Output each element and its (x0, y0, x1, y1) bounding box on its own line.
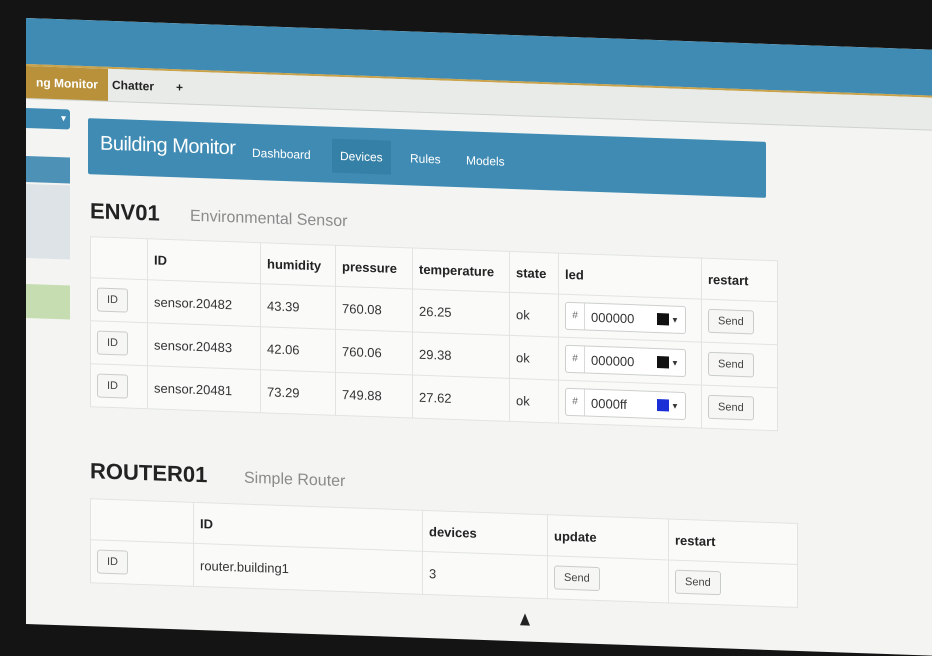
restart-send-button[interactable]: Send (708, 394, 754, 421)
add-tab-button[interactable]: + (166, 71, 193, 104)
tab-chatter[interactable]: Chatter (102, 69, 164, 103)
pressure-value: 760.06 (335, 329, 413, 375)
chevron-down-icon[interactable]: ▼ (671, 315, 679, 324)
temperature-value: 27.62 (412, 374, 510, 422)
nav-models[interactable]: Models (466, 153, 505, 168)
humidity-value: 42.06 (260, 326, 336, 373)
col-header-state: state (509, 251, 559, 295)
navbar: Building Monitor Dashboard Devices Rules… (88, 118, 766, 198)
restart-send-button[interactable]: Send (708, 308, 754, 335)
id-button[interactable]: ID (97, 330, 128, 356)
chevron-down-icon[interactable]: ▼ (671, 358, 679, 367)
device-id: sensor.20483 (147, 322, 261, 370)
devices-count: 3 (422, 551, 548, 599)
col-header-pressure: pressure (335, 245, 413, 289)
hash-addon: # (566, 345, 585, 373)
col-header-led: led (558, 253, 702, 300)
id-button[interactable]: ID (97, 373, 128, 399)
mouse-cursor-icon (520, 613, 530, 626)
restart-send-button[interactable]: Send (708, 351, 754, 378)
led-color-picker[interactable]: # 000000 ▼ (565, 301, 686, 335)
col-header-temperature: temperature (412, 247, 510, 293)
col-header-devices: devices (422, 510, 548, 556)
pressure-value: 749.88 (335, 372, 413, 418)
sidebar-item-highlight[interactable] (26, 284, 70, 320)
env-device-title: ENV01 (90, 198, 160, 226)
col-header-blank (90, 236, 148, 280)
app-screen: ng Monitor Chatter + ▾ Building Monitor … (26, 18, 932, 656)
humidity-value: 43.39 (260, 283, 336, 330)
col-header-humidity: humidity (260, 242, 336, 287)
sidebar-dropdown[interactable]: ▾ (26, 108, 70, 130)
device-id: sensor.20482 (147, 279, 261, 327)
tab-building-monitor[interactable]: ng Monitor (26, 66, 108, 101)
state-value: ok (509, 335, 559, 381)
nav-rules[interactable]: Rules (410, 151, 441, 166)
env-device-subtitle: Environmental Sensor (190, 207, 348, 231)
led-color-picker[interactable]: # 000000 ▼ (565, 344, 686, 378)
temperature-value: 26.25 (412, 288, 510, 336)
id-button[interactable]: ID (97, 549, 128, 575)
id-button[interactable]: ID (97, 287, 128, 313)
led-hex-input[interactable]: 0000ff (585, 395, 657, 413)
led-hex-input[interactable]: 000000 (585, 309, 657, 327)
restart-send-button[interactable]: Send (675, 569, 721, 596)
sidebar-panel (26, 184, 70, 260)
chevron-down-icon[interactable]: ▼ (671, 401, 679, 410)
col-header-update: update (547, 514, 669, 560)
pressure-value: 760.08 (335, 286, 413, 332)
humidity-value: 73.29 (260, 369, 336, 416)
color-swatch[interactable] (657, 399, 669, 412)
device-id: sensor.20481 (147, 365, 261, 413)
sidebar-item-active[interactable] (26, 156, 70, 184)
led-color-picker[interactable]: # 0000ff ▼ (565, 387, 686, 421)
update-send-button[interactable]: Send (554, 565, 600, 592)
hash-addon: # (566, 388, 585, 416)
device-id: router.building1 (193, 543, 423, 595)
col-header-restart: restart (701, 258, 778, 302)
state-value: ok (509, 378, 559, 424)
nav-dashboard[interactable]: Dashboard (252, 146, 311, 162)
env-sensor-table: ID humidity pressure temperature state l… (90, 236, 778, 432)
color-swatch[interactable] (657, 356, 669, 369)
hash-addon: # (566, 302, 585, 330)
router-device-subtitle: Simple Router (244, 469, 346, 491)
router-table: ID devices update restart ID router.buil… (90, 498, 798, 608)
brand-title[interactable]: Building Monitor (100, 133, 235, 161)
chevron-down-icon: ▾ (60, 113, 66, 125)
col-header-blank (90, 498, 194, 544)
col-header-restart: restart (668, 518, 798, 565)
color-swatch[interactable] (657, 313, 669, 326)
nav-devices[interactable]: Devices (332, 138, 391, 175)
state-value: ok (509, 292, 559, 338)
router-device-title: ROUTER01 (90, 458, 208, 488)
led-hex-input[interactable]: 000000 (585, 352, 657, 370)
col-header-id: ID (147, 238, 261, 284)
temperature-value: 29.38 (412, 331, 510, 379)
